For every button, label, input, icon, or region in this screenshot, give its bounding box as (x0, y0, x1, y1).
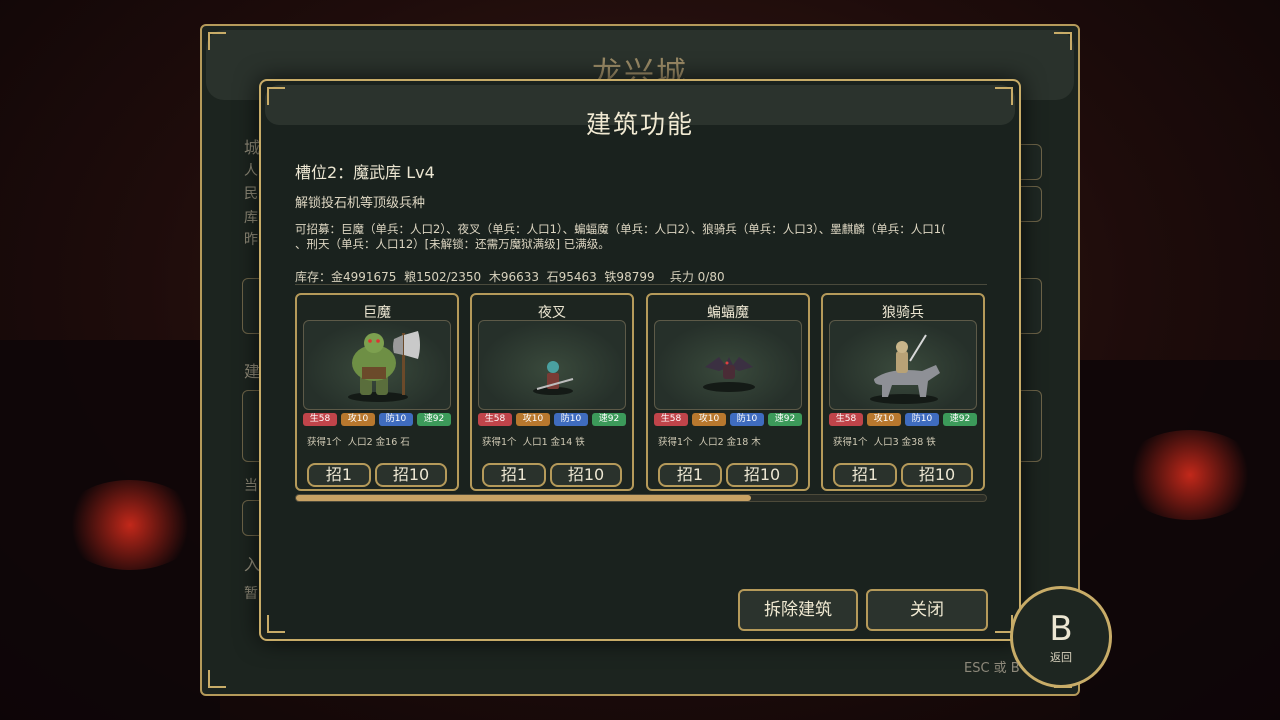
enter-label: 入 (244, 555, 261, 574)
recruit-1-button[interactable]: 招1 (833, 463, 897, 487)
corner-ornament (208, 670, 226, 688)
unit-name: 狼骑兵 (882, 305, 924, 321)
defense-badge: 防10 (379, 413, 413, 426)
esc-hint: ESC 或 B (964, 661, 1020, 676)
unit-cost: 获得1个 人口1 金14 铁 (482, 437, 585, 448)
build-section-label: 建 (244, 362, 261, 381)
speed-badge: 速92 (592, 413, 626, 426)
yaksha-spear-icon (533, 361, 574, 395)
building-function-dialog: 建筑功能 槽位2：魔武库 Lv4 解锁投石机等顶级兵种 可招募：巨魔（单兵：人口… (259, 79, 1021, 641)
city-info-label: 人 (244, 163, 258, 179)
defense-badge: 防10 (905, 413, 939, 426)
hp-badge: 生58 (303, 413, 337, 426)
troll-axe-icon (348, 331, 420, 402)
recruitable-list: 可招募：巨魔（单兵：人口2）、夜叉（单兵：人口1）、蝙蝠魔（单兵：人口2）、狼骑… (295, 222, 946, 251)
back-label: 返回 (1050, 651, 1072, 664)
defense-badge: 防10 (554, 413, 588, 426)
speed-badge: 速92 (768, 413, 802, 426)
unit-stats: 生58 攻10 防10 速92 (303, 413, 451, 426)
attack-badge: 攻10 (516, 413, 550, 426)
current-label: 当 (244, 478, 258, 494)
attack-badge: 攻10 (867, 413, 901, 426)
unit-cost: 获得1个 人口3 金38 铁 (833, 437, 936, 448)
dialog-title: 建筑功能 (585, 110, 694, 139)
recruit-1-button[interactable]: 招1 (658, 463, 722, 487)
unit-card-carousel[interactable]: 巨魔 生58 攻10 防10 速92 获得1个 人口2 金16 石 招1 招10… (295, 284, 987, 507)
scrollbar-thumb[interactable] (296, 495, 752, 501)
city-info-label: 昨 (244, 232, 258, 248)
recruit-1-button[interactable]: 招1 (307, 463, 371, 487)
unit-portrait (303, 320, 451, 410)
bat-demon-icon (703, 357, 755, 392)
wolf-rider-icon (870, 334, 940, 404)
unit-card-wolf-rider: 狼骑兵 生58 攻10 防10 速92 获得1个 人口3 金38 铁 招1 招1… (821, 293, 985, 491)
corner-ornament (267, 615, 285, 633)
attack-badge: 攻10 (341, 413, 375, 426)
unit-stats: 生58 攻10 防10 速92 (478, 413, 626, 426)
corner-ornament (995, 87, 1013, 105)
defense-badge: 防10 (730, 413, 764, 426)
unit-name: 夜叉 (538, 305, 566, 321)
city-info-label: 城 (244, 138, 261, 157)
unit-stats: 生58 攻10 防10 速92 (654, 413, 802, 426)
city-info-label: 民 (244, 186, 258, 202)
unit-portrait (478, 320, 626, 410)
horizontal-scrollbar[interactable] (295, 494, 987, 502)
close-button[interactable]: 关闭 (866, 589, 988, 631)
unit-name: 蝙蝠魔 (707, 305, 749, 321)
recruit-1-button[interactable]: 招1 (482, 463, 546, 487)
demolish-button[interactable]: 拆除建筑 (738, 589, 858, 631)
recruit-10-button[interactable]: 招10 (901, 463, 973, 487)
recruit-10-button[interactable]: 招10 (550, 463, 622, 487)
b-key-letter: B (1049, 609, 1073, 649)
hp-badge: 生58 (478, 413, 512, 426)
city-info-label: 库 (244, 210, 258, 226)
hp-badge: 生58 (829, 413, 863, 426)
recruit-10-button[interactable]: 招10 (375, 463, 447, 487)
corner-ornament (208, 32, 226, 50)
castle-silhouette-right (1080, 360, 1280, 720)
attack-badge: 攻10 (692, 413, 726, 426)
corner-ornament (1054, 32, 1072, 50)
unit-card-yaksha: 夜叉 生58 攻10 防10 速92 获得1个 人口1 金14 铁 招1 招10 (470, 293, 634, 491)
unit-card-troll: 巨魔 生58 攻10 防10 速92 获得1个 人口2 金16 石 招1 招10 (295, 293, 459, 491)
slot-title: 槽位2：魔武库 Lv4 (295, 163, 435, 182)
empty-label: 暂 (244, 586, 258, 602)
corner-ornament (267, 87, 285, 105)
hp-badge: 生58 (654, 413, 688, 426)
speed-badge: 速92 (943, 413, 977, 426)
unlock-description: 解锁投石机等顶级兵种 (295, 196, 426, 211)
recruit-10-button[interactable]: 招10 (726, 463, 798, 487)
unit-stats: 生58 攻10 防10 速92 (829, 413, 977, 426)
lava-glow (60, 480, 200, 570)
back-button[interactable]: B 返回 (1010, 586, 1112, 688)
unit-portrait (654, 320, 802, 410)
unit-portrait (829, 320, 977, 410)
unit-cost: 获得1个 人口2 金16 石 (307, 437, 410, 448)
unit-cost: 获得1个 人口2 金18 木 (658, 437, 761, 448)
resource-stock: 库存：金4991675 粮1502/2350 木96633 石95463 铁98… (295, 270, 725, 284)
unit-name: 巨魔 (363, 305, 391, 321)
lava-glow (1120, 430, 1260, 520)
unit-card-bat-demon: 蝙蝠魔 生58 攻10 防10 速92 获得1个 人口2 金18 木 招1 招1… (646, 293, 810, 491)
speed-badge: 速92 (417, 413, 451, 426)
